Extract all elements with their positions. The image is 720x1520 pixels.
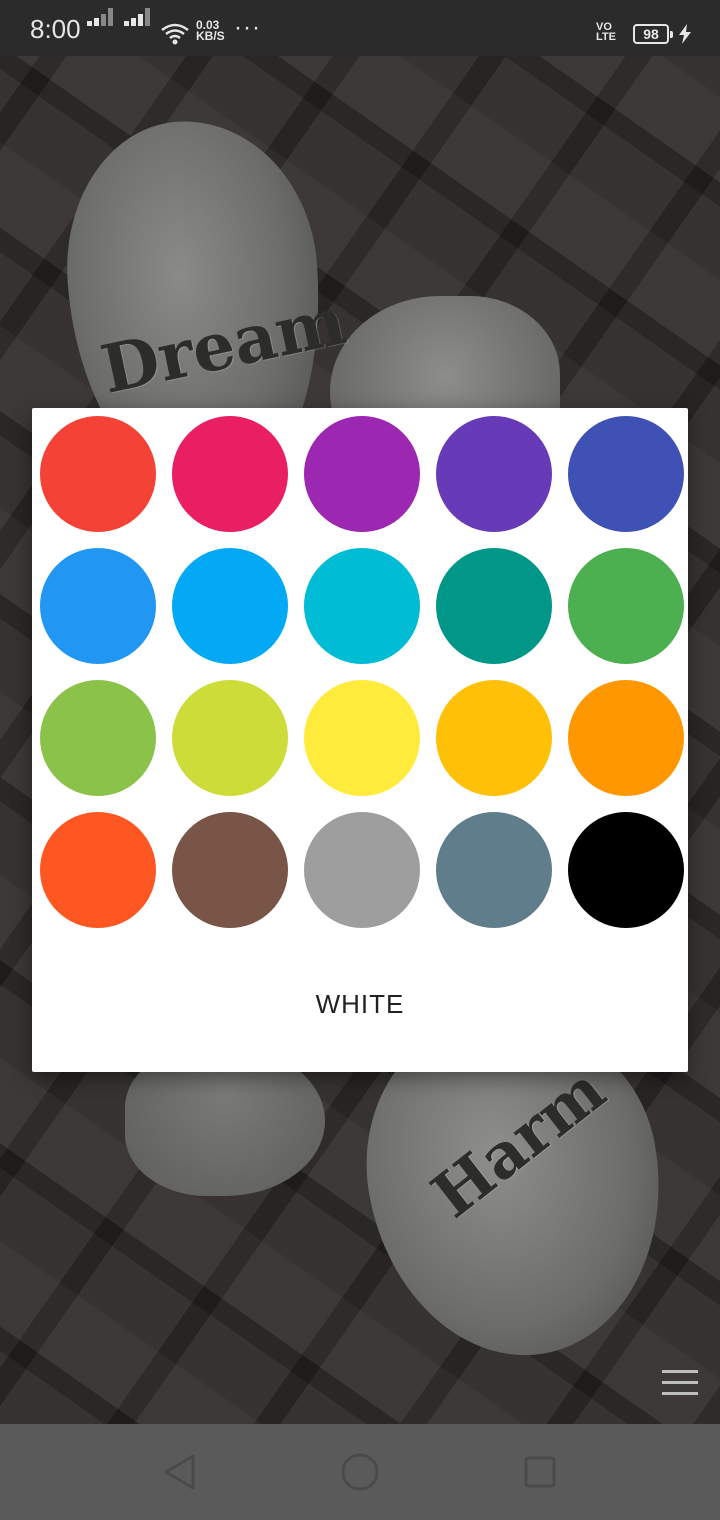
color-swatch-orange[interactable] [568,680,684,796]
charging-bolt-icon [679,24,691,44]
color-swatch-purple[interactable] [304,416,420,532]
color-swatch-deep-orange[interactable] [40,812,156,928]
color-swatch-amber[interactable] [436,680,552,796]
more-notifications-icon: ··· [234,14,261,41]
back-triangle-icon[interactable] [160,1452,200,1492]
color-picker-dialog: WHITE [32,408,688,1072]
recents-square-icon[interactable] [520,1452,560,1492]
color-swatch-grey[interactable] [304,812,420,928]
volte-bottom: LTE [596,31,616,43]
color-swatch-red[interactable] [40,416,156,532]
color-swatch-indigo[interactable] [568,416,684,532]
color-swatch-teal[interactable] [436,548,552,664]
color-swatch-lime[interactable] [172,680,288,796]
color-swatch-black[interactable] [568,812,684,928]
status-bar: 8:00 0.03 KB/S ··· VO LTE 98 [0,0,720,56]
white-button[interactable]: WHITE [32,968,688,1040]
home-circle-icon[interactable] [340,1452,380,1492]
battery-icon: 98 [633,24,673,44]
color-swatch-green[interactable] [568,548,684,664]
volte-icon: VO LTE [596,22,616,43]
color-swatch-blue[interactable] [40,548,156,664]
color-swatch-pink[interactable] [172,416,288,532]
battery-level: 98 [643,26,659,42]
color-swatch-yellow[interactable] [304,680,420,796]
status-time: 8:00 [30,14,81,44]
network-speed-unit: KB/S [196,29,225,43]
color-swatch-deep-purple[interactable] [436,416,552,532]
wifi-icon [161,23,189,45]
navigation-bar [0,1424,720,1520]
color-swatch-blue-grey[interactable] [436,812,552,928]
hamburger-menu-icon[interactable] [662,1370,698,1396]
color-swatch-cyan[interactable] [304,548,420,664]
network-speed: 0.03 KB/S [196,19,225,43]
color-swatch-brown[interactable] [172,812,288,928]
color-swatch-light-green[interactable] [40,680,156,796]
color-swatch-light-blue[interactable] [172,548,288,664]
